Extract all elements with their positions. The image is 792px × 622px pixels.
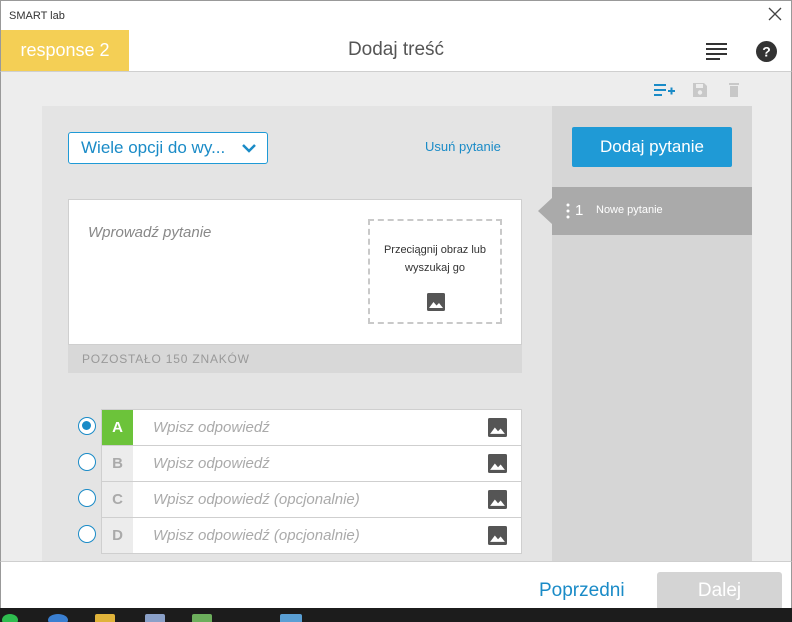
chars-remaining: POZOSTAŁO 150 ZNAKÓW [68,345,522,373]
answer-row: B Wpisz odpowiedź [78,445,522,482]
answer-field[interactable]: C Wpisz odpowiedź (opcjonalnie) [101,481,522,518]
taskbar-app-icon[interactable] [2,614,18,622]
window-title: SMART lab [9,10,65,22]
answer-letter: C [102,482,133,517]
image-icon [427,293,445,311]
question-type-value: Wiele opcji do wy... [81,138,226,157]
window-titlebar: SMART lab [0,0,792,30]
correct-answer-radio[interactable] [78,453,96,471]
taskbar-app-icon[interactable] [48,614,68,622]
answer-input[interactable]: Wpisz odpowiedź (opcjonalnie) [153,491,360,508]
answer-list: A Wpisz odpowiedź B Wpisz odpowiedź C Wp… [78,409,522,554]
taskbar-app-icon[interactable] [145,614,165,622]
question-editor: Wiele opcji do wy... Usuń pytanie Wprowa… [42,106,552,561]
image-icon[interactable] [488,526,507,545]
answer-input[interactable]: Wpisz odpowiedź (opcjonalnie) [153,527,360,544]
taskbar-app-icon[interactable] [95,614,115,622]
question-input[interactable]: Wprowadź pytanie [88,224,211,241]
answer-row: C Wpisz odpowiedź (opcjonalnie) [78,481,522,518]
question-list-item[interactable]: 1 Nowe pytanie [538,187,752,235]
image-icon[interactable] [488,454,507,473]
answer-row: A Wpisz odpowiedź [78,409,522,446]
answer-letter: B [102,446,133,481]
correct-answer-radio[interactable] [78,417,96,435]
add-question-button[interactable]: Dodaj pytanie [572,127,732,167]
next-button[interactable]: Dalej [657,572,782,610]
image-dropzone[interactable]: Przeciągnij obraz lub wyszukaj go [368,219,502,324]
previous-button[interactable]: Poprzedni [539,580,625,602]
question-toolbar [653,80,748,100]
close-icon[interactable] [767,6,783,22]
answer-input[interactable]: Wpisz odpowiedź [153,419,270,436]
answer-field[interactable]: D Wpisz odpowiedź (opcjonalnie) [101,517,522,554]
svg-text:?: ? [762,44,771,60]
delete-icon[interactable] [723,80,745,100]
save-icon[interactable] [689,80,711,100]
answer-letter: D [102,518,133,553]
answer-row: D Wpisz odpowiedź (opcjonalnie) [78,517,522,554]
question-number: 1 [575,202,584,219]
image-icon[interactable] [488,490,507,509]
question-input-box[interactable]: Wprowadź pytanie Przeciągnij obraz lub w… [68,199,522,345]
question-list-panel: Dodaj pytanie 1 Nowe pytanie [538,106,752,561]
response-tab[interactable]: response 2 [1,30,129,71]
chevron-down-icon [242,144,256,153]
drag-handle-icon[interactable] [566,203,570,219]
dropzone-text: Przeciągnij obraz lub wyszukaj go [383,244,487,274]
taskbar [0,608,792,622]
app-header: response 2 Dodaj treść ? [0,30,792,72]
answer-letter: A [102,410,133,445]
help-icon[interactable]: ? [756,41,777,62]
question-type-dropdown[interactable]: Wiele opcji do wy... [68,132,268,164]
answer-field[interactable]: B Wpisz odpowiedź [101,445,522,482]
correct-answer-radio[interactable] [78,489,96,507]
remove-question-link[interactable]: Usuń pytanie [425,139,501,154]
answer-input[interactable]: Wpisz odpowiedź [153,455,270,472]
main-area: Wiele opcji do wy... Usuń pytanie Wprowa… [0,72,792,561]
taskbar-app-icon[interactable] [280,614,302,622]
question-label: Nowe pytanie [596,204,663,216]
correct-answer-radio[interactable] [78,525,96,543]
image-icon[interactable] [488,418,507,437]
taskbar-app-icon[interactable] [192,614,212,622]
add-list-icon[interactable] [653,80,675,100]
footer: Poprzedni Dalej [0,561,792,610]
answer-field[interactable]: A Wpisz odpowiedź [101,409,522,446]
menu-icon[interactable] [706,42,728,60]
